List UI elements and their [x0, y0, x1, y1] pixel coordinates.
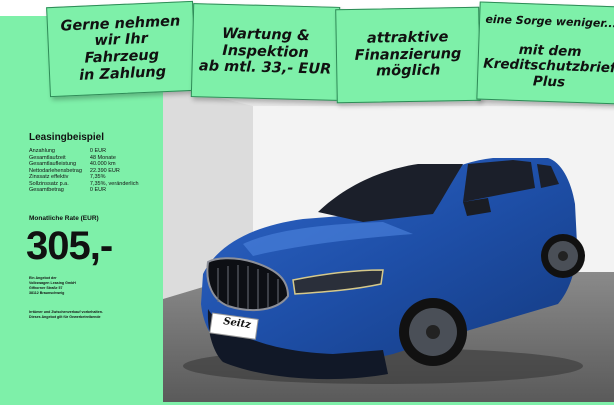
sign-maintenance: Wartung & Inspektion ab mtl. 33,- EUR: [190, 3, 341, 101]
monthly-rate-label: Monatliche Rate (EUR): [29, 215, 99, 222]
leasing-details-table: Anzahlung 0 EUR Gesamtlaufzeit 48 Monate Ges…: [29, 148, 141, 194]
leasing-row: Gesamtbetrag 0 EUR: [29, 187, 141, 194]
car-photo: [163, 84, 614, 402]
sign-credit-protection-text: mit dem Kreditschutzbrief Plus: [482, 41, 614, 91]
leasing-row-label: Gesamtbetrag: [29, 187, 64, 193]
provider-info: Ein Angebot der Volkswagen Leasing GmbH …: [29, 276, 76, 296]
disclaimer-line: Dieses Angebot gilt für Gewerbetreibende: [29, 315, 101, 319]
sign-trade-in: Gerne nehmen wir Ihr Fahrzeug in Zahlung: [46, 0, 197, 98]
sign-credit-protection-line1: eine Sorge weniger...: [485, 12, 614, 30]
leasing-title: Leasingbeispiel: [29, 132, 105, 143]
sign-financing-text: attraktive Finanzierung möglich: [354, 29, 462, 80]
monthly-rate-value: 305,-: [26, 224, 113, 268]
sign-financing: attraktive Finanzierung möglich: [335, 6, 481, 104]
disclaimer: Irrtümer und Zwischenverkauf vorbehalten…: [29, 310, 103, 320]
sign-maintenance-text: Wartung & Inspektion ab mtl. 33,- EUR: [198, 25, 332, 79]
advertisement: Seitz Leasingbeispiel Anzahlung 0 EUR Gesa…: [0, 0, 614, 405]
leasing-row-value: 0 EUR: [89, 187, 107, 193]
leasing-row-label: Gesamtlaufleistung: [29, 161, 77, 167]
provider-line: 38112 Braunschweig: [29, 291, 65, 295]
sign-credit-protection: eine Sorge weniger... mit dem Kreditschu…: [476, 1, 614, 105]
sign-trade-in-text: Gerne nehmen wir Ihr Fahrzeug in Zahlung: [60, 13, 181, 84]
